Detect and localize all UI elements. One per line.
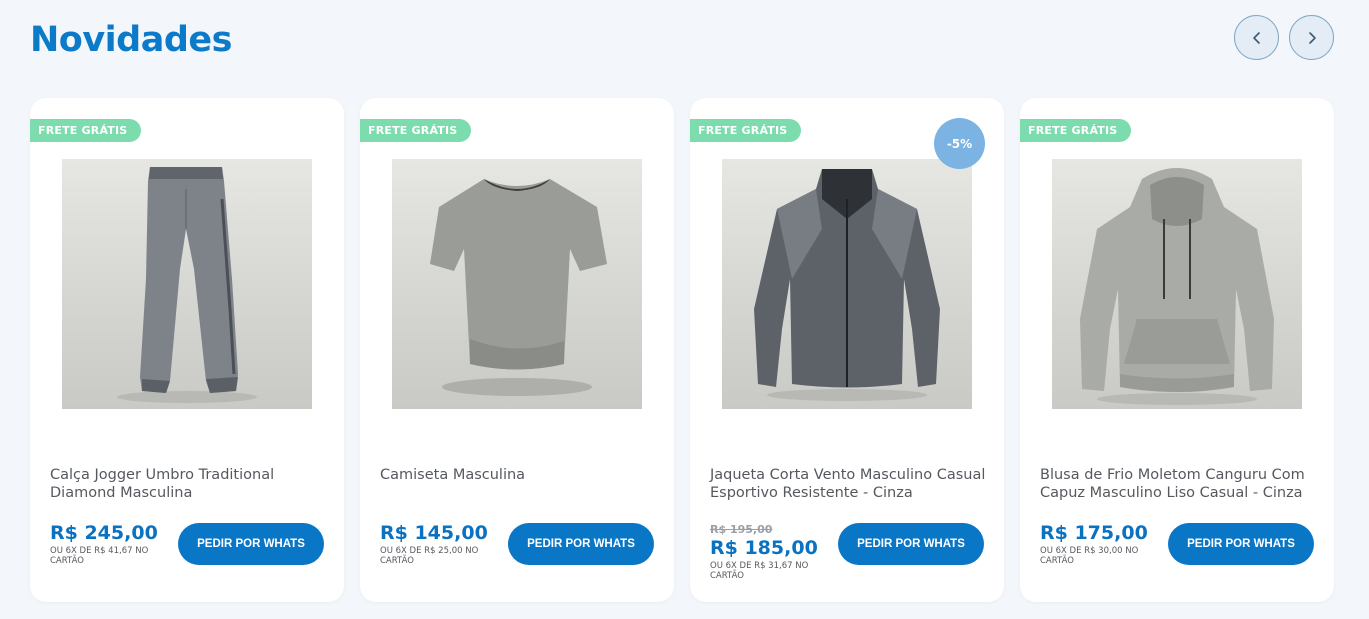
product-name[interactable]: Blusa de Frio Moletom Canguru Com Capuz … (1040, 466, 1320, 502)
product-name[interactable]: Jaqueta Corta Vento Masculino Casual Esp… (710, 466, 990, 502)
old-price: R$ 195,00 (710, 523, 773, 536)
price-block: R$ 175,00 OU 6X DE R$ 30,00 NO CARTÃO (1040, 523, 1160, 566)
chevron-right-icon (1308, 31, 1316, 44)
product-image[interactable] (1052, 159, 1302, 409)
product-image[interactable] (722, 159, 972, 409)
discount-badge: -5% (934, 118, 985, 169)
t-shirt-image (430, 179, 607, 396)
order-whatsapp-button[interactable]: PEDIR POR WHATS (508, 523, 654, 565)
product-name[interactable]: Camiseta Masculina (380, 466, 660, 484)
free-shipping-badge: FRETE GRÁTIS (1020, 119, 1132, 142)
product-card[interactable]: FRETE GRÁTIS Camiseta Masculina R$ 145,0… (360, 98, 674, 602)
product-card[interactable]: FRETE GRÁTIS Blusa de Frio Moletom Cangu… (1020, 98, 1334, 602)
jacket-image (754, 169, 940, 401)
order-whatsapp-button[interactable]: PEDIR POR WHATS (838, 523, 984, 565)
product-card[interactable]: FRETE GRÁTIS Calça Jogger Umbro Traditio… (30, 98, 344, 602)
free-shipping-badge: FRETE GRÁTIS (360, 119, 472, 142)
order-whatsapp-button[interactable]: PEDIR POR WHATS (178, 523, 324, 565)
product-name[interactable]: Calça Jogger Umbro Traditional Diamond M… (50, 466, 330, 502)
product-price: R$ 175,00 (1040, 522, 1148, 544)
installment-text: OU 6X DE R$ 30,00 NO CARTÃO (1040, 546, 1139, 566)
price-block: R$ 195,00 R$ 185,00 OU 6X DE R$ 31,67 NO… (710, 523, 830, 581)
free-shipping-badge: FRETE GRÁTIS (690, 119, 802, 142)
product-image[interactable] (62, 159, 312, 409)
product-price: R$ 185,00 (710, 537, 818, 559)
installment-text: OU 6X DE R$ 31,67 NO CARTÃO (710, 561, 809, 581)
installment-text: OU 6X DE R$ 25,00 NO CARTÃO (380, 546, 479, 566)
installment-text: OU 6X DE R$ 41,67 NO CARTÃO (50, 546, 149, 566)
price-block: R$ 245,00 OU 6X DE R$ 41,67 NO CARTÃO (50, 523, 170, 566)
chevron-left-icon (1252, 31, 1260, 44)
order-whatsapp-button[interactable]: PEDIR POR WHATS (1168, 523, 1314, 565)
jogger-pants-image (117, 167, 257, 403)
product-price: R$ 145,00 (380, 522, 488, 544)
product-card[interactable]: FRETE GRÁTIS -5% Jaqueta Corta Vento Mas… (690, 98, 1004, 602)
product-price: R$ 245,00 (50, 522, 158, 544)
free-shipping-badge: FRETE GRÁTIS (30, 119, 142, 142)
price-block: R$ 145,00 OU 6X DE R$ 25,00 NO CARTÃO (380, 523, 500, 566)
section-title: Novidades (30, 20, 232, 60)
carousel-next-button[interactable] (1289, 15, 1334, 60)
hoodie-image (1080, 168, 1274, 405)
carousel-prev-button[interactable] (1234, 15, 1279, 60)
product-image[interactable] (392, 159, 642, 409)
